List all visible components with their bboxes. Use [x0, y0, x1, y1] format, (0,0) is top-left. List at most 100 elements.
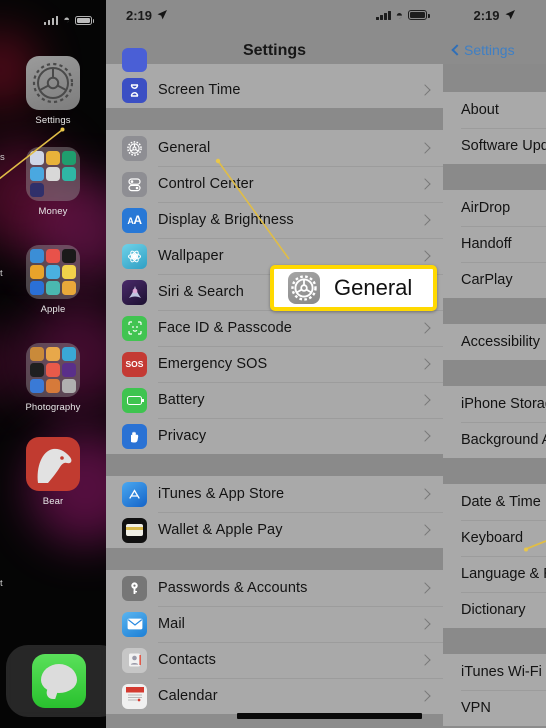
general-row-label: About: [461, 102, 499, 118]
general-row-keyboard[interactable]: Keyboard: [443, 520, 546, 556]
settings-row-label: Privacy: [158, 428, 207, 444]
settings-row-privacy[interactable]: Privacy: [106, 418, 443, 454]
chevron-right-icon: [421, 584, 429, 592]
general-row-dictionary[interactable]: Dictionary: [443, 592, 546, 628]
bear-glyph: [37, 448, 72, 483]
home-folder-photography[interactable]: Photography: [0, 343, 106, 413]
settings-row-label: iTunes & App Store: [158, 486, 285, 502]
mail-icon: [122, 611, 147, 637]
settings-group: Screen Time: [106, 72, 443, 108]
settings-row-label: Siri & Search: [158, 284, 244, 300]
settings-row-label: Calendar: [158, 688, 218, 704]
general-row-itunes-wifi-sync[interactable]: iTunes Wi-Fi S: [443, 654, 546, 690]
group-separator: [106, 108, 443, 130]
general-status-bar: 2:19: [443, 0, 546, 30]
general-row-software-update[interactable]: Software Upda: [443, 128, 546, 164]
chevron-right-icon: [421, 692, 429, 700]
general-row-carplay[interactable]: CarPlay: [443, 262, 546, 298]
gear-glyph: [32, 62, 74, 104]
general-row-vpn[interactable]: VPN: [443, 690, 546, 726]
wallpaper-icon: [122, 243, 147, 269]
general-rows: About Software Upda AirDrop Handoff CarP…: [443, 64, 546, 726]
chevron-right-icon: [421, 252, 429, 260]
gear-glyph: [291, 275, 317, 301]
home-folder-money[interactable]: Money: [0, 147, 106, 217]
general-row-label: Accessibility: [461, 334, 540, 350]
chevron-right-icon: [421, 180, 429, 188]
general-row-background-app-refresh[interactable]: Background A: [443, 422, 546, 458]
home-folder-label: Photography: [25, 402, 81, 413]
back-button[interactable]: Settings: [451, 42, 515, 58]
offscreen-label: s: [0, 152, 5, 163]
group-separator: [443, 458, 546, 484]
settings-row-wallet-apple-pay[interactable]: Wallet & Apple Pay: [106, 512, 443, 548]
general-row-label: Background A: [461, 432, 546, 448]
settings-row-contacts[interactable]: Contacts: [106, 642, 443, 678]
general-row-label: VPN: [461, 700, 491, 716]
general-row-handoff[interactable]: Handoff: [443, 226, 546, 262]
chevron-right-icon: [421, 526, 429, 534]
home-app-bear[interactable]: Bear: [0, 437, 106, 507]
chevron-right-icon: [421, 656, 429, 664]
status-clock: 2:19: [473, 8, 515, 23]
home-folder-apple[interactable]: Apple: [0, 245, 106, 315]
settings-row-passwords-accounts[interactable]: Passwords & Accounts: [106, 570, 443, 606]
folder-icon: [26, 147, 80, 201]
general-row-label: Dictionary: [461, 602, 526, 618]
general-row-label: Date & Time: [461, 494, 541, 510]
general-row-airdrop[interactable]: AirDrop: [443, 190, 546, 226]
folder-icon: [26, 245, 80, 299]
general-row-label: Language & R: [461, 566, 546, 582]
settings-row-label: General: [158, 140, 211, 156]
settings-row-itunes-app-store[interactable]: iTunes & App Store: [106, 476, 443, 512]
settings-row-label: Screen Time: [158, 82, 241, 98]
status-time: 2:19: [126, 7, 153, 23]
settings-row-general[interactable]: General: [106, 130, 443, 166]
message-bubble-glyph: [41, 664, 77, 693]
settings-group: Passwords & Accounts Mail Contacts Calen…: [106, 570, 443, 714]
screen-time-icon: [122, 77, 147, 103]
offscreen-label: t: [0, 268, 3, 279]
home-status-bar: ◓: [0, 10, 106, 30]
general-group: About Software Upda: [443, 92, 546, 164]
settings-row-emergency-sos[interactable]: SOS Emergency SOS: [106, 346, 443, 382]
battery-icon: [408, 10, 430, 20]
status-indicators: ◓: [376, 9, 430, 21]
general-row-about[interactable]: About: [443, 92, 546, 128]
settings-row-mail[interactable]: Mail: [106, 606, 443, 642]
settings-row-control-center[interactable]: Control Center: [106, 166, 443, 202]
bear-app-icon: [26, 437, 80, 491]
settings-row-battery[interactable]: Battery: [106, 382, 443, 418]
home-screen-panel: ◓ Settings Money Apple Photography Bear …: [0, 0, 106, 728]
group-separator: [443, 360, 546, 386]
settings-row-display-brightness[interactable]: AA Display & Brightness: [106, 202, 443, 238]
general-row-label: CarPlay: [461, 272, 513, 288]
messages-icon[interactable]: [32, 654, 86, 708]
general-group: iTunes Wi-Fi S VPN: [443, 654, 546, 726]
home-app-settings[interactable]: Settings: [0, 56, 106, 126]
screenshot-root: ◓ Settings Money Apple Photography Bear …: [0, 0, 546, 728]
contacts-icon: [122, 647, 147, 673]
general-row-label: AirDrop: [461, 200, 511, 216]
general-row-date-time[interactable]: Date & Time: [443, 484, 546, 520]
passwords-key-icon: [122, 575, 147, 601]
group-separator: [443, 628, 546, 654]
chevron-right-icon: [421, 360, 429, 368]
settings-row-label: Wallpaper: [158, 248, 224, 264]
calendar-icon: [122, 683, 147, 709]
sos-icon: SOS: [122, 351, 147, 377]
general-row-iphone-storage[interactable]: iPhone Storag: [443, 386, 546, 422]
general-gear-icon: [288, 272, 320, 304]
general-row-label: Keyboard: [461, 530, 524, 546]
general-row-language-region[interactable]: Language & R: [443, 556, 546, 592]
general-group: Date & Time Keyboard Language & R Dictio…: [443, 484, 546, 628]
chevron-right-icon: [421, 216, 429, 224]
settings-row-calendar[interactable]: Calendar: [106, 678, 443, 714]
general-row-label: iTunes Wi-Fi S: [461, 664, 546, 680]
settings-row-label: Passwords & Accounts: [158, 580, 308, 596]
settings-row-face-id[interactable]: Face ID & Passcode: [106, 310, 443, 346]
settings-row-screen-time[interactable]: Screen Time: [106, 72, 443, 108]
battery-icon: [75, 15, 94, 25]
settings-row-label: Wallet & Apple Pay: [158, 522, 283, 538]
general-row-accessibility[interactable]: Accessibility: [443, 324, 546, 360]
